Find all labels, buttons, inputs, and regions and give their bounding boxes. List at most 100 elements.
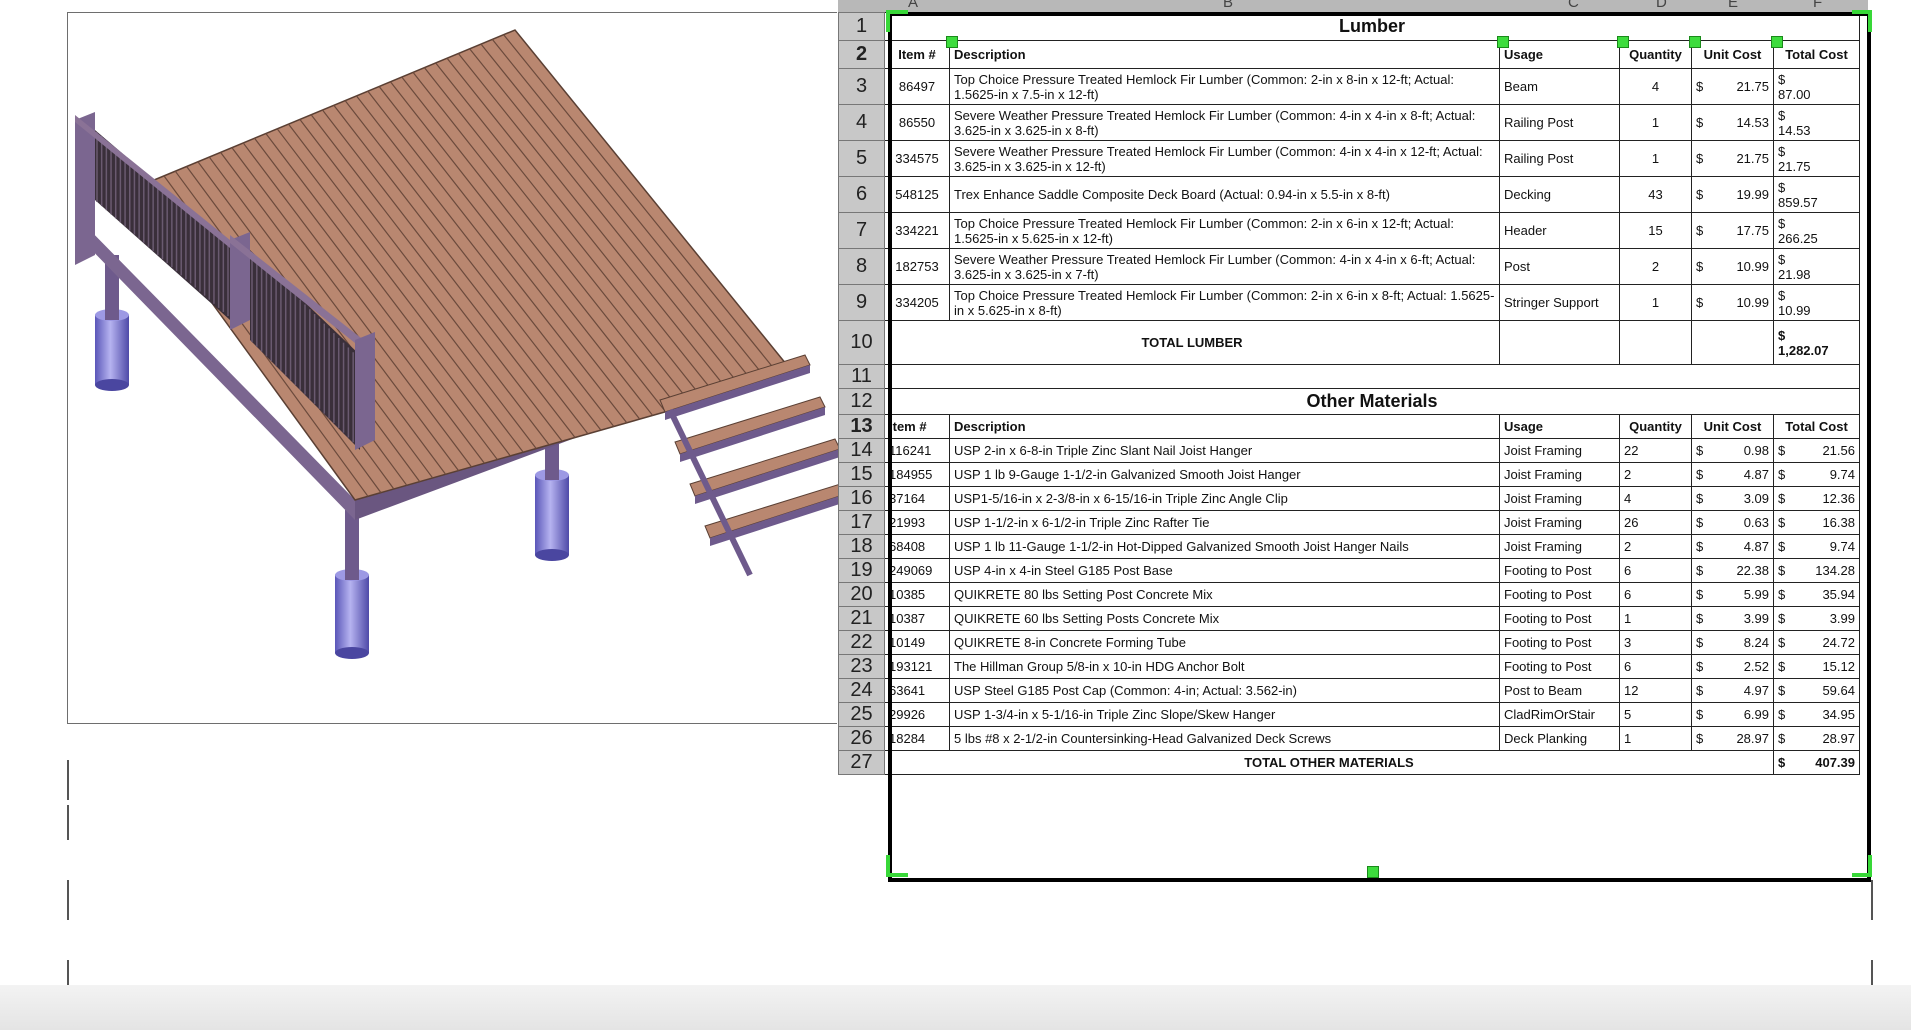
total-cost-cell[interactable]: $266.25 bbox=[1773, 212, 1860, 249]
total-cost-cell[interactable]: $34.95 bbox=[1773, 702, 1860, 727]
row-number[interactable]: 26 bbox=[838, 726, 885, 751]
header-unit-cost[interactable]: Unit Cost bbox=[1691, 40, 1774, 69]
header-item-number[interactable]: Item # bbox=[884, 40, 950, 69]
row-number[interactable]: 21 bbox=[838, 606, 885, 631]
total-cost-cell[interactable]: $35.94 bbox=[1773, 582, 1860, 607]
row-number[interactable]: 10 bbox=[838, 320, 885, 365]
row-number[interactable]: 19 bbox=[838, 558, 885, 583]
unit-cost-cell[interactable]: $21.75 bbox=[1691, 140, 1774, 177]
usage-cell[interactable]: Joist Framing bbox=[1499, 486, 1620, 511]
row-number[interactable]: 4 bbox=[838, 104, 885, 141]
row-number[interactable]: 11 bbox=[838, 364, 885, 389]
usage-cell[interactable]: Footing to Post bbox=[1499, 630, 1620, 655]
item-number-cell[interactable]: 10149 bbox=[884, 630, 950, 655]
item-number-cell[interactable]: 86550 bbox=[884, 104, 950, 141]
item-number-cell[interactable]: 116241 bbox=[884, 438, 950, 463]
description-cell[interactable]: Top Choice Pressure Treated Hemlock Fir … bbox=[949, 284, 1500, 321]
unit-cost-cell[interactable]: $21.75 bbox=[1691, 68, 1774, 105]
unit-cost-cell[interactable]: $3.09 bbox=[1691, 486, 1774, 511]
row-number[interactable]: 15 bbox=[838, 462, 885, 487]
lumber-total-label[interactable]: TOTAL LUMBER bbox=[884, 320, 1500, 365]
description-cell[interactable]: USP1-5/16-in x 2-3/8-in x 6-15/16-in Tri… bbox=[949, 486, 1500, 511]
row-number[interactable]: 7 bbox=[838, 212, 885, 249]
header-description[interactable]: Description bbox=[949, 414, 1500, 439]
row-number[interactable]: 17 bbox=[838, 510, 885, 535]
description-cell[interactable]: USP 4-in x 4-in Steel G185 Post Base bbox=[949, 558, 1500, 583]
empty-cell[interactable] bbox=[1619, 320, 1692, 365]
quantity-cell[interactable]: 1 bbox=[1619, 606, 1692, 631]
header-unit-cost[interactable]: Unit Cost bbox=[1691, 414, 1774, 439]
usage-cell[interactable]: Footing to Post bbox=[1499, 558, 1620, 583]
quantity-cell[interactable]: 43 bbox=[1619, 176, 1692, 213]
usage-cell[interactable]: Post bbox=[1499, 248, 1620, 285]
row-number[interactable]: 5 bbox=[838, 140, 885, 177]
unit-cost-cell[interactable]: $19.99 bbox=[1691, 176, 1774, 213]
total-cost-cell[interactable]: $24.72 bbox=[1773, 630, 1860, 655]
description-cell[interactable]: The Hillman Group 5/8-in x 10-in HDG Anc… bbox=[949, 654, 1500, 679]
unit-cost-cell[interactable]: $3.99 bbox=[1691, 606, 1774, 631]
empty-cell[interactable] bbox=[884, 364, 1860, 389]
column-header-c[interactable]: C bbox=[1568, 0, 1579, 11]
quantity-cell[interactable]: 12 bbox=[1619, 678, 1692, 703]
quantity-cell[interactable]: 3 bbox=[1619, 630, 1692, 655]
description-cell[interactable]: USP 1-3/4-in x 5-1/16-in Triple Zinc Slo… bbox=[949, 702, 1500, 727]
row-number[interactable]: 24 bbox=[838, 678, 885, 703]
column-header-e[interactable]: E bbox=[1728, 0, 1738, 11]
description-cell[interactable]: USP 1-1/2-in x 6-1/2-in Triple Zinc Raft… bbox=[949, 510, 1500, 535]
description-cell[interactable]: Severe Weather Pressure Treated Hemlock … bbox=[949, 140, 1500, 177]
total-cost-cell[interactable]: $28.97 bbox=[1773, 726, 1860, 751]
total-cost-cell[interactable]: $21.75 bbox=[1773, 140, 1860, 177]
quantity-cell[interactable]: 2 bbox=[1619, 248, 1692, 285]
unit-cost-cell[interactable]: $4.97 bbox=[1691, 678, 1774, 703]
description-cell[interactable]: USP Steel G185 Post Cap (Common: 4-in; A… bbox=[949, 678, 1500, 703]
description-cell[interactable]: Trex Enhance Saddle Composite Deck Board… bbox=[949, 176, 1500, 213]
selection-resize-handle[interactable] bbox=[1617, 36, 1629, 48]
row-number[interactable]: 3 bbox=[838, 68, 885, 105]
unit-cost-cell[interactable]: $4.87 bbox=[1691, 462, 1774, 487]
row-number[interactable]: 12 bbox=[838, 388, 885, 415]
total-cost-cell[interactable]: $59.64 bbox=[1773, 678, 1860, 703]
quantity-cell[interactable]: 4 bbox=[1619, 68, 1692, 105]
column-header-f[interactable]: F bbox=[1813, 0, 1822, 11]
usage-cell[interactable]: Footing to Post bbox=[1499, 606, 1620, 631]
unit-cost-cell[interactable]: $4.87 bbox=[1691, 534, 1774, 559]
selection-corner-handle[interactable] bbox=[1852, 855, 1872, 877]
item-number-cell[interactable]: 86497 bbox=[884, 68, 950, 105]
lumber-section-title[interactable]: Lumber bbox=[884, 12, 1860, 41]
selection-corner-handle[interactable] bbox=[886, 10, 908, 32]
lumber-total-value[interactable]: $1,282.07 bbox=[1773, 320, 1860, 365]
item-number-cell[interactable]: 63641 bbox=[884, 678, 950, 703]
description-cell[interactable]: USP 1 lb 9-Gauge 1-1/2-in Galvanized Smo… bbox=[949, 462, 1500, 487]
usage-cell[interactable]: Footing to Post bbox=[1499, 582, 1620, 607]
description-cell[interactable]: Top Choice Pressure Treated Hemlock Fir … bbox=[949, 68, 1500, 105]
total-cost-cell[interactable]: $3.99 bbox=[1773, 606, 1860, 631]
description-cell[interactable]: Severe Weather Pressure Treated Hemlock … bbox=[949, 104, 1500, 141]
usage-cell[interactable]: Deck Planking bbox=[1499, 726, 1620, 751]
unit-cost-cell[interactable]: $10.99 bbox=[1691, 248, 1774, 285]
quantity-cell[interactable]: 1 bbox=[1619, 140, 1692, 177]
unit-cost-cell[interactable]: $8.24 bbox=[1691, 630, 1774, 655]
row-number[interactable]: 18 bbox=[838, 534, 885, 559]
usage-cell[interactable]: Joist Framing bbox=[1499, 462, 1620, 487]
description-cell[interactable]: Severe Weather Pressure Treated Hemlock … bbox=[949, 248, 1500, 285]
row-number[interactable]: 22 bbox=[838, 630, 885, 655]
total-cost-cell[interactable]: $21.56 bbox=[1773, 438, 1860, 463]
quantity-cell[interactable]: 15 bbox=[1619, 212, 1692, 249]
header-item-number[interactable]: Item # bbox=[884, 414, 950, 439]
row-number[interactable]: 14 bbox=[838, 438, 885, 463]
description-cell[interactable]: QUIKRETE 60 lbs Setting Posts Concrete M… bbox=[949, 606, 1500, 631]
description-cell[interactable]: Top Choice Pressure Treated Hemlock Fir … bbox=[949, 212, 1500, 249]
usage-cell[interactable]: Railing Post bbox=[1499, 140, 1620, 177]
selection-corner-handle[interactable] bbox=[886, 855, 908, 877]
header-usage[interactable]: Usage bbox=[1499, 414, 1620, 439]
selection-corner-handle[interactable] bbox=[1852, 10, 1872, 32]
quantity-cell[interactable]: 6 bbox=[1619, 582, 1692, 607]
total-cost-cell[interactable]: $16.38 bbox=[1773, 510, 1860, 535]
item-number-cell[interactable]: 21993 bbox=[884, 510, 950, 535]
quantity-cell[interactable]: 1 bbox=[1619, 726, 1692, 751]
item-number-cell[interactable]: 10385 bbox=[884, 582, 950, 607]
description-cell[interactable]: QUIKRETE 8-in Concrete Forming Tube bbox=[949, 630, 1500, 655]
item-number-cell[interactable]: 18284 bbox=[884, 726, 950, 751]
column-header-b[interactable]: B bbox=[1223, 0, 1233, 11]
item-number-cell[interactable]: 37164 bbox=[884, 486, 950, 511]
